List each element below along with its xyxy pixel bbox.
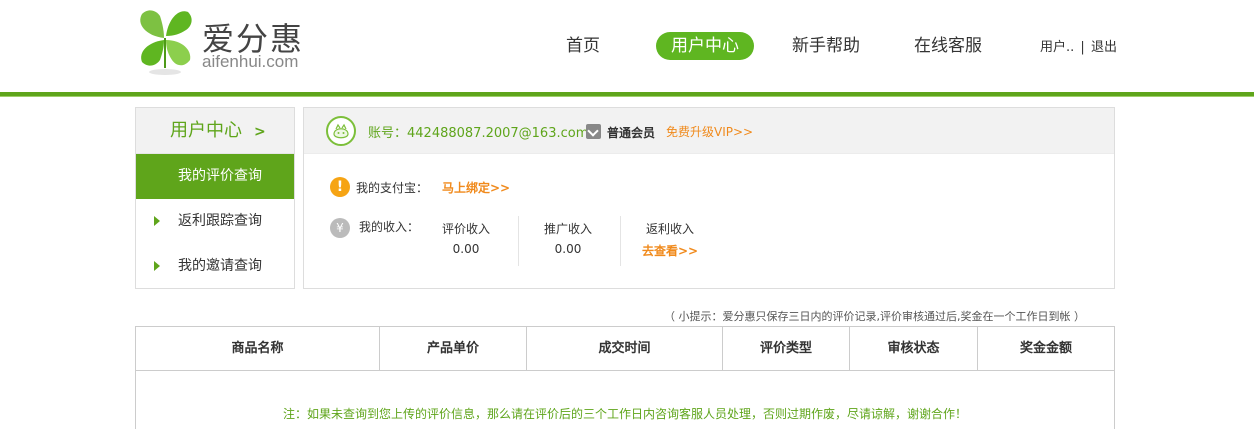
warning-icon: ! (330, 177, 350, 197)
tip-text: （ 小提示：爱分惠只保存三日内的评价记录,评价审核通过后,奖金在一个工作日到帐 … (664, 310, 1085, 323)
view-rebate-link[interactable]: 去查看>> (620, 242, 720, 259)
sidebar-item-label: 返利跟踪查询 (178, 213, 262, 229)
user-links-separator: | (1080, 40, 1085, 55)
income-promotion-value: 0.00 (554, 242, 582, 256)
income-review-title: 评价收入 (441, 222, 490, 236)
sidebar-item-invite-query[interactable]: 我的邀请查询 (136, 244, 294, 289)
yen-icon: ¥ (330, 218, 350, 238)
account-panel-header: 账号：442488087.2007@163.com 普通会员 免费升级VIP>> (304, 108, 1114, 154)
triangle-right-icon (154, 261, 160, 271)
account-panel: 账号：442488087.2007@163.com 普通会员 免费升级VIP>>… (303, 107, 1115, 289)
income-review: 评价收入 0.00 (416, 220, 516, 256)
income-rebate: 返利收入 去查看>> (620, 220, 720, 259)
column-header-deal-time: 成交时间 (527, 327, 723, 370)
column-header-audit-status: 审核状态 (850, 327, 978, 370)
sidebar-title: 用户中心 > (136, 108, 294, 154)
income-rebate-title: 返利收入 (645, 222, 694, 236)
sidebar-title-label: 用户中心 (170, 120, 242, 141)
income-review-value: 0.00 (452, 242, 480, 256)
username-link[interactable]: 用户.. (1040, 40, 1074, 55)
nav-help[interactable]: 新手帮助 (788, 32, 864, 60)
sidebar-item-review-query[interactable]: 我的评价查询 (136, 154, 294, 199)
upgrade-vip-link[interactable]: 免费升级VIP>> (666, 123, 753, 140)
nav-user-center[interactable]: 用户中心 (656, 32, 754, 60)
bind-alipay-link[interactable]: 马上绑定>> (442, 179, 510, 196)
income-label: 我的收入： (359, 220, 420, 234)
column-header-product: 商品名称 (136, 327, 380, 370)
chevron-right-icon: > (254, 124, 266, 140)
account-id: 账号：442488087.2007@163.com (368, 126, 589, 141)
column-header-bonus: 奖金金额 (1019, 341, 1072, 356)
member-badge-icon (586, 124, 601, 139)
triangle-right-icon (154, 216, 160, 226)
table-empty-note: 注：如果未查询到您上传的评价信息，那么请在评价后的三个工作日内咨询客服人员处理，… (282, 407, 967, 421)
site-header: 爱分惠 aifenhui.com 首页 用户中心 新手帮助 在线客服 用户.. … (0, 0, 1254, 92)
alipay-label: 我的支付宝： (356, 181, 429, 195)
header-divider-bar (0, 92, 1254, 97)
sidebar-item-label: 我的邀请查询 (178, 258, 262, 274)
nav-home[interactable]: 首页 (552, 32, 614, 60)
sidebar-item-label: 我的评价查询 (178, 168, 262, 184)
sidebar-item-rebate-tracking[interactable]: 返利跟踪查询 (136, 199, 294, 244)
review-table: 商品名称 产品单价 成交时间 评价类型 审核状态 奖金金额 注：如果未查询到您上… (135, 326, 1115, 429)
user-links: 用户.. | 退出 (1040, 36, 1117, 55)
column-header-review-type: 评价类型 (723, 327, 850, 370)
avatar (326, 116, 356, 146)
income-promotion: 推广收入 0.00 (518, 220, 618, 256)
income-promotion-title: 推广收入 (543, 222, 592, 236)
face-icon (333, 123, 349, 139)
column-header-price: 产品单价 (380, 327, 527, 370)
table-header: 商品名称 产品单价 成交时间 评价类型 审核状态 奖金金额 (136, 327, 1114, 371)
nav-online-service[interactable]: 在线客服 (910, 32, 986, 60)
logout-link[interactable]: 退出 (1091, 40, 1117, 55)
sidebar: 用户中心 > 我的评价查询 返利跟踪查询 我的邀请查询 (135, 107, 295, 289)
member-type: 普通会员 (607, 126, 656, 140)
